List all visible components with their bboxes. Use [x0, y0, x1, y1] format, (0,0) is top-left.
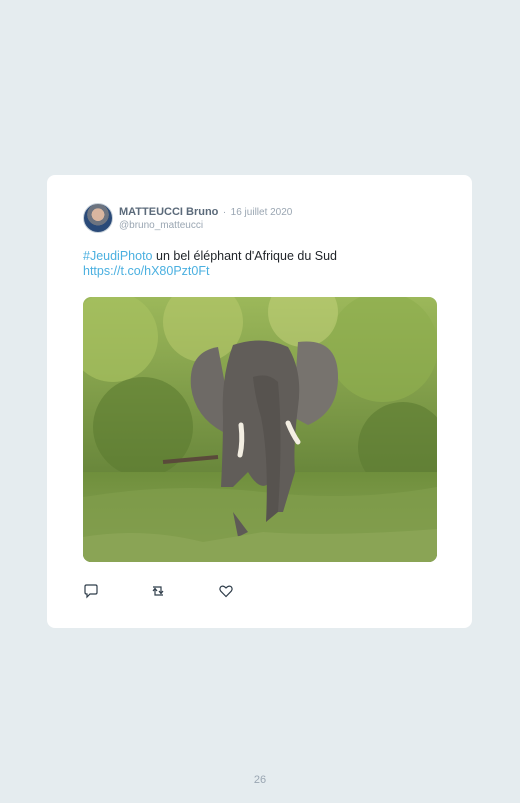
reply-icon[interactable]: [83, 583, 101, 601]
author-name[interactable]: MATTEUCCI Bruno: [119, 206, 218, 218]
heart-icon[interactable]: [218, 583, 236, 601]
tweet-url-link[interactable]: https://t.co/hX80Pzt0Ft: [83, 264, 209, 278]
author-block: MATTEUCCI Bruno · 16 juillet 2020 @bruno…: [119, 204, 292, 232]
tweet-date[interactable]: 16 juillet 2020: [231, 207, 293, 218]
hashtag-link[interactable]: #JeudiPhoto: [83, 249, 153, 263]
retweet-icon[interactable]: [150, 583, 168, 601]
elephant-photo: [83, 297, 437, 562]
author-handle[interactable]: @bruno_matteucci: [119, 219, 292, 232]
page-number: 26: [253, 774, 267, 786]
avatar[interactable]: [83, 203, 113, 233]
tweet-card: MATTEUCCI Bruno · 16 juillet 2020 @bruno…: [47, 175, 472, 628]
tweet-body: un bel éléphant d'Afrique du Sud: [152, 249, 337, 263]
tweet-header: MATTEUCCI Bruno · 16 juillet 2020 @bruno…: [83, 203, 292, 233]
tweet-text: #JeudiPhoto un bel éléphant d'Afrique du…: [83, 249, 443, 279]
tweet-photo[interactable]: [83, 297, 437, 562]
separator: ·: [222, 207, 227, 218]
